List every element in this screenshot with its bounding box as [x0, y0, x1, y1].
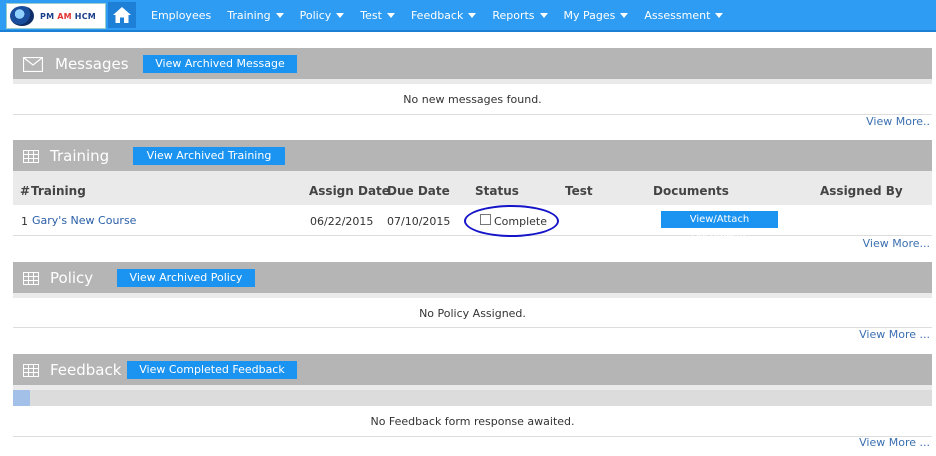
table-row: 1 Gary's New Course 06/22/2015 07/10/201…: [13, 205, 932, 242]
policy-section-header: Policy View Archived Policy: [13, 262, 932, 293]
caret-down-icon: [620, 13, 629, 18]
policy-empty-text: No Policy Assigned.: [419, 307, 526, 320]
caret-down-icon: [275, 13, 284, 18]
nav-item-my-pages[interactable]: My Pages: [564, 9, 629, 22]
table-icon: [23, 150, 39, 163]
messages-empty-text: No new messages found.: [403, 93, 542, 106]
policy-view-more-link[interactable]: View More ...: [859, 328, 930, 341]
caret-down-icon: [539, 13, 548, 18]
nav-item-label: Policy: [299, 8, 332, 22]
view-archived-policy-button[interactable]: View Archived Policy: [117, 269, 255, 287]
feedback-progress-fill: [13, 390, 30, 406]
messages-title: Messages: [55, 55, 129, 73]
nav-item-test[interactable]: Test: [360, 9, 395, 22]
due-date: 07/10/2015: [387, 215, 451, 228]
nav-item-feedback[interactable]: Feedback: [410, 8, 477, 22]
logo-text-pm: PM: [40, 11, 55, 21]
column-header-due-date: Due Date: [387, 184, 450, 198]
caret-down-icon: [336, 13, 345, 18]
table-icon: [23, 364, 39, 377]
column-header-status: Status: [475, 184, 519, 198]
column-header-documents: Documents: [653, 184, 729, 198]
globe-logo-icon: [10, 6, 34, 26]
caret-down-icon: [715, 13, 724, 18]
feedback-panel: No Feedback form response awaited.: [13, 406, 932, 437]
logo-text: PM AM HCM: [40, 12, 96, 21]
table-icon: [23, 272, 39, 285]
nav-item-label: Test: [360, 8, 382, 22]
view-completed-feedback-button[interactable]: View Completed Feedback: [127, 361, 297, 379]
nav-item-employees[interactable]: Employees: [151, 9, 211, 22]
view-archived-message-button[interactable]: View Archived Message: [143, 55, 297, 73]
policy-panel: No Policy Assigned.: [13, 298, 932, 328]
feedback-progress-bar: [13, 390, 932, 406]
nav-item-label: Feedback: [410, 8, 464, 22]
nav-item-label: Employees: [151, 8, 212, 22]
nav-menu: Employees Training Policy Test Feedback …: [151, 0, 739, 30]
envelope-icon: [23, 57, 43, 72]
messages-view-more-link[interactable]: View More..: [866, 115, 930, 128]
view-archived-training-button[interactable]: View Archived Training: [133, 147, 285, 165]
training-section-header: Training View Archived Training: [13, 140, 932, 171]
logo-text-am: AM: [57, 11, 72, 21]
feedback-title: Feedback: [50, 361, 122, 379]
training-title: Training: [50, 147, 110, 165]
nav-item-training[interactable]: Training: [227, 8, 284, 22]
column-header-test: Test: [565, 184, 593, 198]
column-header-assigned-by: Assigned By: [820, 184, 903, 198]
nav-item-label: Assessment: [644, 8, 711, 22]
messages-panel: No new messages found.: [13, 84, 932, 115]
view-attach-documents-button[interactable]: View/Attach Documents: [661, 211, 778, 242]
column-header-number: #: [20, 184, 31, 198]
home-button[interactable]: [108, 2, 136, 28]
feedback-view-more-link[interactable]: View More ...: [859, 436, 930, 449]
caret-down-icon: [468, 13, 477, 18]
training-table-header: # Training Assign Date Due Date Status T…: [13, 171, 932, 205]
column-header-assign-date: Assign Date: [309, 184, 390, 198]
assign-date: 06/22/2015: [310, 215, 374, 228]
company-logo[interactable]: PM AM HCM: [6, 3, 106, 29]
nav-item-reports[interactable]: Reports: [492, 8, 548, 22]
nav-item-label: My Pages: [563, 8, 616, 22]
policy-title: Policy: [50, 269, 94, 287]
nav-item-assessment[interactable]: Assessment: [644, 8, 724, 22]
top-navbar: PM AM HCM Employees Training Policy Test…: [0, 0, 936, 32]
nav-item-label: Reports: [492, 8, 535, 22]
feedback-empty-text: No Feedback form response awaited.: [370, 415, 575, 428]
highlight-circle-annotation: [464, 205, 559, 237]
home-icon: [113, 7, 131, 23]
row-number: 1: [21, 215, 28, 228]
logo-text-hcm: HCM: [74, 11, 96, 21]
training-view-more-link[interactable]: View More...: [863, 237, 930, 250]
nav-item-label: Training: [227, 8, 271, 22]
column-header-training: Training: [31, 184, 86, 198]
caret-down-icon: [386, 13, 395, 18]
messages-section-header: Messages View Archived Message: [13, 48, 932, 79]
nav-item-policy[interactable]: Policy: [300, 9, 345, 22]
training-course-link[interactable]: Gary's New Course: [32, 214, 136, 227]
feedback-section-header: Feedback View Completed Feedback: [13, 354, 932, 385]
